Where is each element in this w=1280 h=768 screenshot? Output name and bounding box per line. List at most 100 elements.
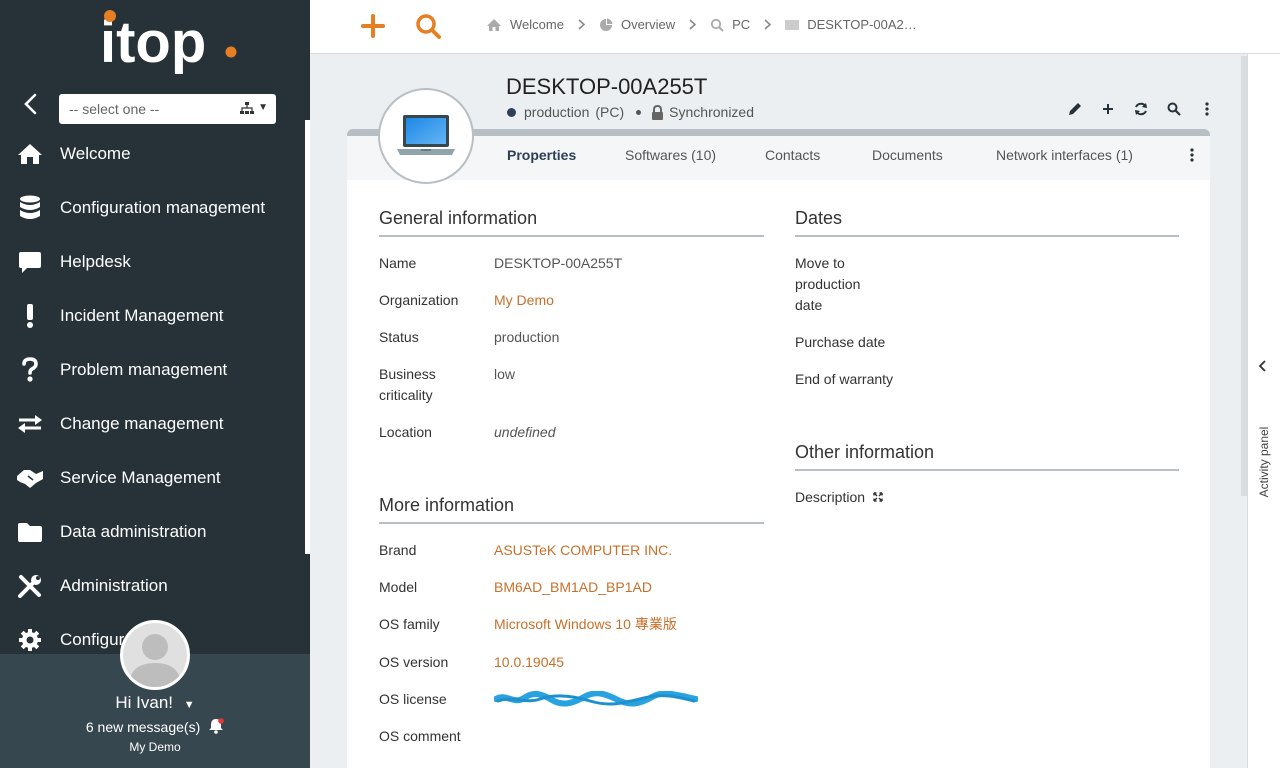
database-icon (16, 194, 44, 222)
menu-item-helpdesk[interactable]: Helpdesk (0, 242, 305, 282)
page-title: DESKTOP-00A255T (506, 74, 708, 99)
menu-item-service-management[interactable]: Service Management (0, 458, 305, 498)
field-value-organization-link[interactable]: My Demo (494, 290, 554, 311)
field-value-os-family-link[interactable]: Microsoft Windows 10 專業版 (494, 614, 677, 635)
global-search-button[interactable] (415, 12, 441, 40)
menu-item-data-administration[interactable]: Data administration (0, 512, 305, 552)
field-label-organization: Organization (379, 292, 459, 308)
lock-icon (652, 104, 664, 120)
object-class: (PC) (595, 104, 625, 120)
kebab-menu-icon (1204, 102, 1209, 116)
more-actions-button[interactable] (1190, 98, 1223, 120)
sidebar-scrollbar[interactable] (305, 120, 310, 554)
breadcrumb-item-pc[interactable]: PC (710, 17, 750, 32)
field-value-os-version-link[interactable]: 10.0.19045 (494, 652, 564, 673)
redacted-license-value (494, 691, 698, 707)
expand-icon[interactable] (873, 492, 883, 502)
edit-button[interactable] (1058, 98, 1091, 120)
field-label-name: Name (379, 255, 417, 271)
field-value-location: undefined (494, 424, 556, 440)
sitemap-icon (240, 102, 254, 114)
breadcrumb-item-current[interactable]: DESKTOP-00A2… (785, 17, 917, 32)
plus-icon (361, 14, 385, 38)
exclamation-icon (16, 302, 44, 330)
separator-dot (636, 109, 642, 115)
user-greeting[interactable]: Hi Ivan! ▼ (0, 693, 310, 713)
home-icon (487, 18, 501, 31)
breadcrumb-item-welcome[interactable]: Welcome (486, 17, 564, 32)
caret-down-icon: ▼ (183, 699, 195, 711)
breadcrumb-label: Welcome (510, 17, 564, 32)
activity-panel-toggle[interactable]: Activity panel (1247, 54, 1280, 768)
sync-status: Synchronized (669, 104, 754, 120)
pie-chart-icon (599, 18, 613, 31)
new-messages-link[interactable]: 6 new message(s) (0, 718, 310, 735)
section-title-more: More information (379, 495, 515, 515)
section-title-other: Other information (795, 442, 935, 462)
refresh-button[interactable] (1124, 98, 1157, 120)
chevron-left-icon (24, 93, 37, 115)
field-label-description: Description (795, 489, 866, 505)
menu-item-label: Helpdesk (60, 252, 131, 271)
caret-down-icon: ▼ (258, 102, 268, 113)
top-bar: Welcome Overview PC DESKTOP-00A2… (310, 0, 1280, 54)
pencil-icon (1068, 103, 1081, 115)
menu-item-change-management[interactable]: Change management (0, 404, 305, 444)
tools-icon (16, 572, 44, 600)
speech-bubble-icon (16, 248, 44, 276)
home-icon (16, 140, 44, 168)
menu-item-label: Incident Management (60, 306, 224, 325)
sidebar: itop -- select one -- ▼ Welcome Configur… (0, 0, 310, 768)
folder-icon (16, 518, 44, 546)
more-tabs-icon[interactable] (1190, 148, 1194, 162)
gear-icon (16, 626, 44, 654)
field-value-business-criticality: low (494, 366, 516, 382)
organization-select[interactable]: -- select one -- ▼ (59, 94, 276, 124)
tab-softwares[interactable]: Softwares (10) (625, 147, 716, 163)
menu-item-configuration-management[interactable]: Configuration management (0, 188, 305, 228)
menu-item-problem-management[interactable]: Problem management (0, 350, 305, 390)
breadcrumb-label: PC (732, 17, 751, 32)
field-label-status: Status (379, 329, 419, 345)
field-label-location: Location (379, 424, 432, 440)
field-value-model-link[interactable]: BM6AD_BM1AD_BP1AD (494, 577, 652, 598)
menu-item-administration[interactable]: Administration (0, 566, 305, 606)
tab-properties[interactable]: Properties (507, 147, 576, 163)
laptop-icon (397, 115, 455, 155)
menu-item-label: Configur (60, 630, 125, 649)
status-dot (507, 107, 516, 117)
chevron-left-icon (1258, 360, 1266, 372)
search-icon (416, 14, 441, 39)
search-icon (1167, 102, 1181, 116)
collapse-menu-button[interactable] (18, 92, 44, 116)
object-actions (1058, 98, 1223, 120)
avatar[interactable] (120, 620, 190, 690)
add-button[interactable] (1091, 98, 1124, 120)
tab-documents[interactable]: Documents (872, 147, 943, 163)
bell-icon (209, 718, 224, 734)
new-object-button[interactable] (360, 12, 386, 40)
section-divider (379, 522, 764, 524)
chevron-right-icon (578, 19, 585, 30)
tab-contacts[interactable]: Contacts (765, 147, 820, 163)
desktop-icon (785, 19, 800, 30)
plus-icon (1102, 104, 1113, 114)
activity-panel-label: Activity panel (1257, 426, 1271, 498)
field-label-brand: Brand (379, 542, 417, 558)
breadcrumb-item-overview[interactable]: Overview (599, 17, 675, 32)
menu-item-label: Service Management (60, 468, 221, 487)
question-icon (16, 356, 44, 384)
menu-item-label: Change management (60, 414, 224, 433)
field-description: Description (795, 487, 883, 508)
menu-item-welcome[interactable]: Welcome (0, 134, 305, 174)
field-value-status: production (494, 329, 560, 345)
handshake-icon (16, 464, 44, 492)
tab-network-interfaces[interactable]: Network interfaces (1) (996, 147, 1133, 163)
field-value-brand-link[interactable]: ASUSTeK COMPUTER INC. (494, 540, 672, 561)
menu-item-incident-management[interactable]: Incident Management (0, 296, 305, 336)
itop-logo[interactable]: itop (98, 6, 248, 82)
organization-select-value: -- select one -- (69, 101, 160, 117)
menu-item-label: Problem management (60, 360, 228, 379)
search-button[interactable] (1157, 98, 1190, 120)
user-organization: My Demo (129, 740, 181, 754)
